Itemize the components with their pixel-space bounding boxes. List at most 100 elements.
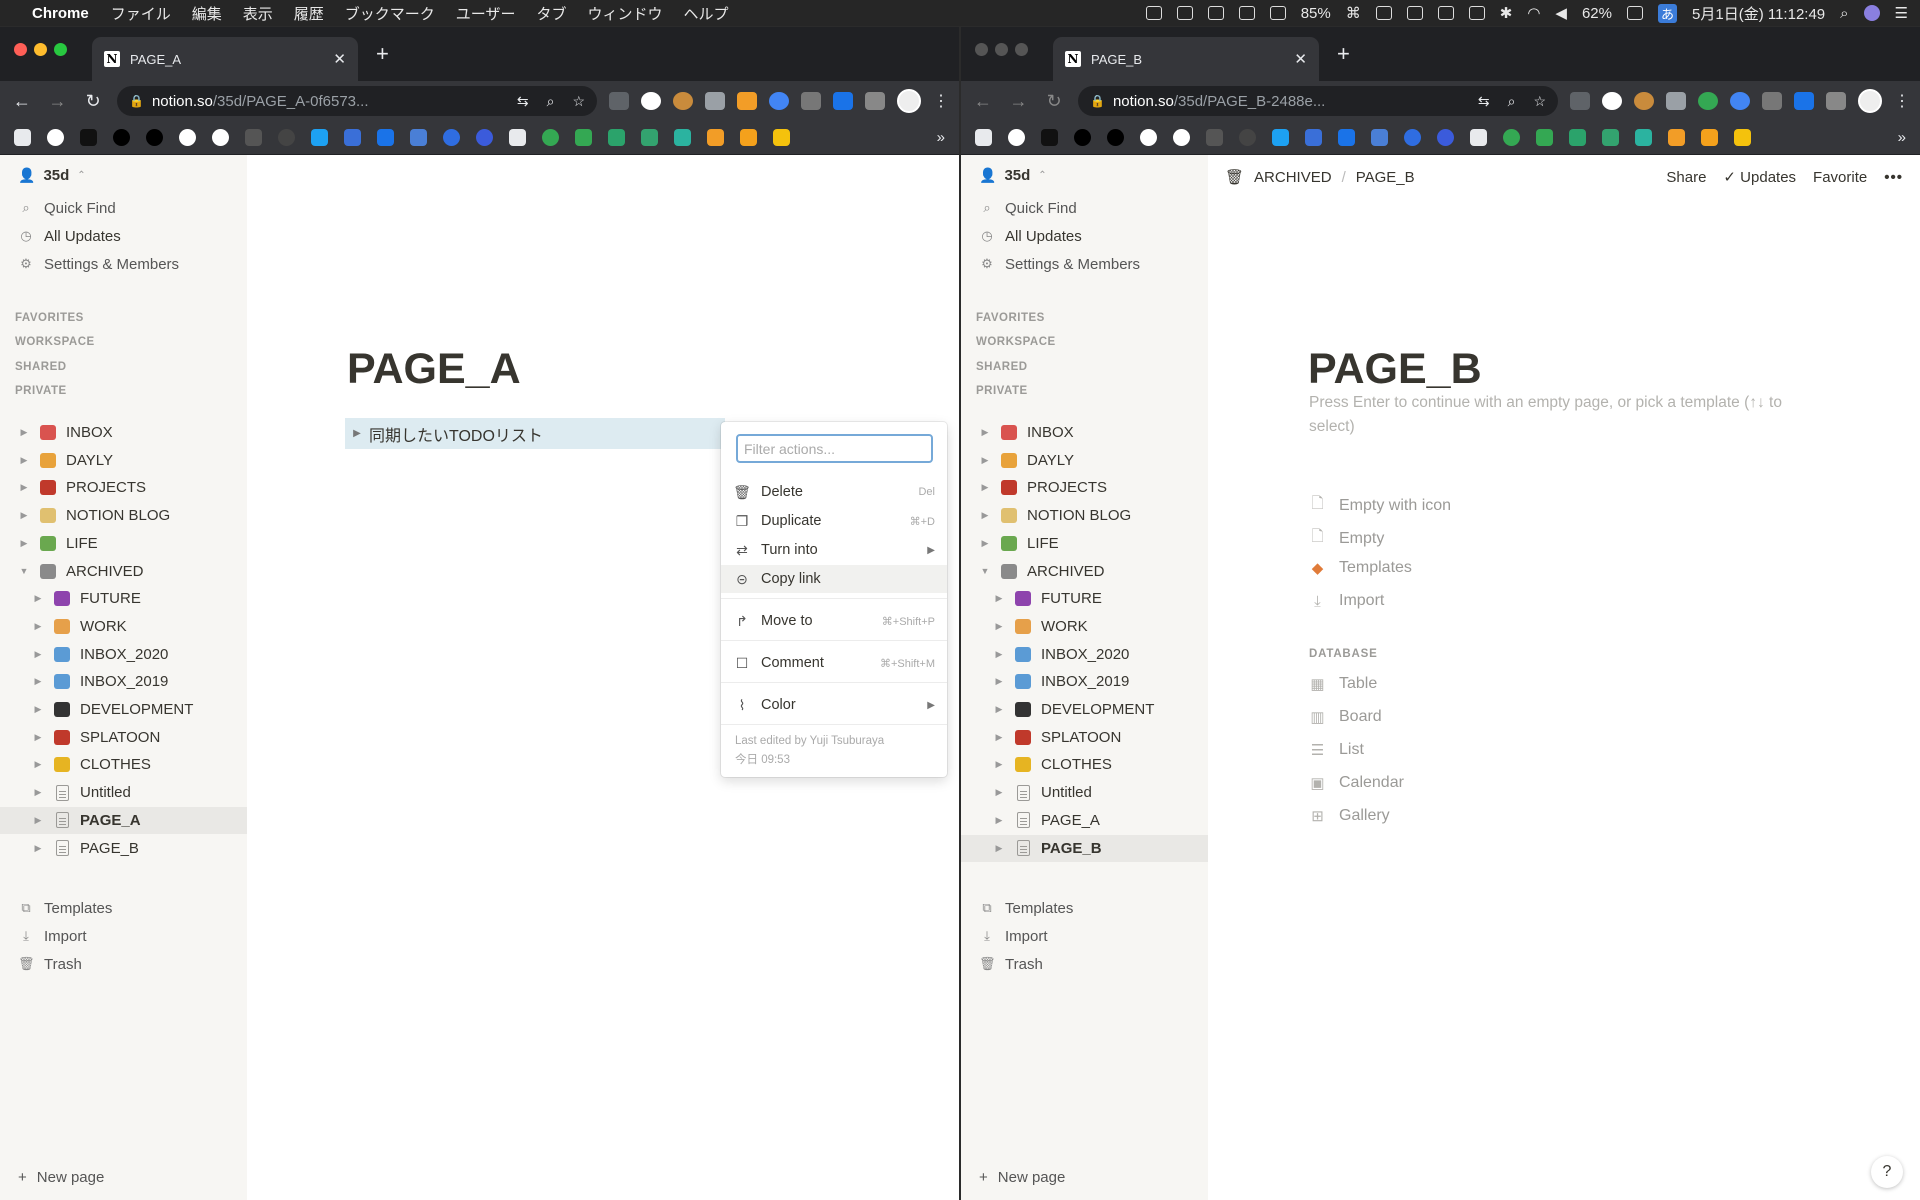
bookmark-icon[interactable] (1404, 129, 1421, 146)
close-tab-icon[interactable]: ✕ (333, 50, 346, 68)
sidebar-import[interactable]: ⤓ Import (961, 923, 1208, 949)
bookmark-icon[interactable] (1305, 129, 1322, 146)
menu-help[interactable]: ヘルプ (684, 3, 729, 24)
new-page-button[interactable]: + New page (18, 1169, 104, 1186)
new-page-button[interactable]: + New page (979, 1169, 1065, 1186)
volume-icon[interactable]: ◀ (1555, 4, 1567, 22)
browser-tab[interactable]: N PAGE_A ✕ (92, 37, 358, 81)
google-extension-icon[interactable] (769, 92, 790, 110)
toggle-closed-icon[interactable]: ▶ (993, 704, 1005, 715)
breadcrumb-parent[interactable]: ARCHIVED (1254, 169, 1332, 186)
section-shared[interactable]: SHARED (15, 361, 67, 373)
toggle-closed-icon[interactable]: ▶ (993, 843, 1005, 854)
bookmark-icon[interactable] (1734, 129, 1751, 146)
extension-icon[interactable] (1698, 92, 1719, 110)
back-button[interactable]: ← (971, 91, 995, 112)
page-title[interactable]: PAGE_A (347, 345, 521, 394)
toggle-closed-icon[interactable]: ▶ (32, 732, 44, 743)
sidebar-page-clothes[interactable]: ▶ CLOTHES (961, 751, 1208, 778)
sidebar-trash[interactable]: 🗑 Trash (0, 951, 247, 977)
sidebar-page-dayly[interactable]: ▶ DAYLY (961, 447, 1208, 474)
more-bookmarks-icon[interactable]: » (1898, 129, 1906, 146)
bookmark-icon[interactable] (278, 129, 295, 146)
new-tab-button[interactable]: + (1337, 41, 1350, 67)
toggle-closed-icon[interactable]: ▶ (32, 621, 44, 632)
all-updates[interactable]: ◷ All Updates (961, 223, 1208, 249)
workspace-switcher[interactable]: 👤 35d ⌃ (18, 167, 86, 184)
address-bar[interactable]: 🔒 notion.so/35d/PAGE_B-2488e... ⇆ ⌕ ☆ (1078, 86, 1559, 116)
bookmark-icon[interactable] (1437, 129, 1454, 146)
close-tab-icon[interactable]: ✕ (1294, 50, 1307, 68)
profile-avatar[interactable] (1858, 89, 1883, 113)
twitter-icon[interactable] (311, 129, 328, 146)
sidebar-page-archived[interactable]: ▼ ARCHIVED (0, 558, 247, 585)
quick-find[interactable]: ⌕ Quick Find (0, 195, 247, 221)
menu-bookmarks[interactable]: ブックマーク (345, 3, 435, 24)
toggle-closed-icon[interactable]: ▶ (32, 787, 44, 798)
toggle-closed-icon[interactable]: ▶ (979, 455, 991, 466)
calendar-icon[interactable] (410, 129, 427, 146)
menu-item-delete[interactable]: 🗑 Delete Del (721, 478, 947, 506)
menu-window[interactable]: ウィンドウ (587, 3, 662, 24)
reload-button[interactable]: ↻ (1042, 91, 1066, 112)
option-table[interactable]: ▦ Table (1309, 675, 1377, 693)
extension-icon[interactable] (737, 92, 758, 110)
toggle-closed-icon[interactable]: ▶ (32, 843, 44, 854)
bookmark-icon[interactable] (641, 129, 658, 146)
control-center-icon[interactable]: ☰ (1895, 4, 1908, 22)
workspace-switcher[interactable]: 👤 35d ⌃ (979, 167, 1047, 184)
menu-tab[interactable]: タブ (536, 3, 566, 24)
filter-actions-input[interactable]: Filter actions... (736, 434, 933, 463)
github-icon[interactable] (1140, 129, 1157, 146)
bookmark-icon[interactable] (1107, 129, 1124, 146)
toggle-closed-icon[interactable]: ▶ (18, 510, 30, 521)
extension-icon[interactable] (1602, 92, 1623, 110)
toggle-open-icon[interactable]: ▼ (18, 566, 30, 576)
status-app-icon[interactable] (1437, 6, 1454, 20)
menu-history[interactable]: 履歴 (294, 3, 324, 24)
zoom-icon[interactable]: ⌕ (547, 93, 555, 110)
siri-icon[interactable] (1863, 5, 1880, 21)
toggle-closed-icon[interactable]: ▶ (18, 538, 30, 549)
bookmark-star-icon[interactable]: ☆ (1533, 93, 1546, 110)
menu-edit[interactable]: 編集 (192, 3, 222, 24)
close-window-button[interactable] (975, 43, 988, 56)
sidebar-page-future[interactable]: ▶ FUTURE (0, 585, 247, 612)
sidebar-page-untitled[interactable]: ▶ Untitled (961, 779, 1208, 806)
extension-icon[interactable] (1666, 92, 1687, 110)
status-app-icon[interactable] (1468, 6, 1485, 20)
chrome-menu-icon[interactable]: ⋮ (1894, 91, 1910, 111)
updates-button[interactable]: ✓ Updates (1723, 168, 1796, 186)
extension-icon[interactable] (1826, 92, 1847, 110)
browser-tab[interactable]: N PAGE_B ✕ (1053, 37, 1319, 81)
github-icon[interactable] (212, 129, 229, 146)
more-options-icon[interactable]: ••• (1884, 169, 1903, 186)
sidebar-page-development[interactable]: ▶ DEVELOPMENT (961, 696, 1208, 723)
bookmark-icon[interactable] (47, 129, 64, 146)
bookmark-icon[interactable] (80, 129, 97, 146)
bookmark-icon[interactable] (1239, 129, 1256, 146)
menu-item-duplicate[interactable]: ❐ Duplicate ⌘+D (721, 507, 947, 535)
bookmark-icon[interactable] (1008, 129, 1025, 146)
status-app-icon[interactable] (1375, 6, 1392, 20)
bookmark-icon[interactable] (245, 129, 262, 146)
extension-icon[interactable] (865, 92, 886, 110)
forward-button[interactable]: → (1007, 91, 1031, 112)
menu-item-copy-link[interactable]: ⊝ Copy link (721, 565, 947, 593)
sidebar-page-page-b[interactable]: ▶ PAGE_B (0, 835, 247, 862)
bookmark-icon[interactable] (542, 129, 559, 146)
bookmark-icon[interactable] (146, 129, 163, 146)
sidebar-page-page-a[interactable]: ▶ PAGE_A (961, 807, 1208, 834)
toggle-closed-icon[interactable]: ▶ (993, 787, 1005, 798)
extension-icon[interactable] (705, 92, 726, 110)
option-templates[interactable]: ◆ Templates (1309, 559, 1412, 577)
breadcrumb-current[interactable]: PAGE_B (1356, 169, 1415, 186)
toggle-closed-icon[interactable]: ▶ (993, 732, 1005, 743)
extension-icon[interactable] (801, 92, 822, 110)
toggle-closed-icon[interactable]: ▶ (979, 482, 991, 493)
extension-icon[interactable] (1794, 92, 1815, 110)
minimize-window-button[interactable] (995, 43, 1008, 56)
page-title[interactable]: PAGE_B (1308, 345, 1482, 394)
sidebar-page-inbox-2020[interactable]: ▶ INBOX_2020 (0, 641, 247, 668)
bookmark-icon[interactable] (674, 129, 691, 146)
